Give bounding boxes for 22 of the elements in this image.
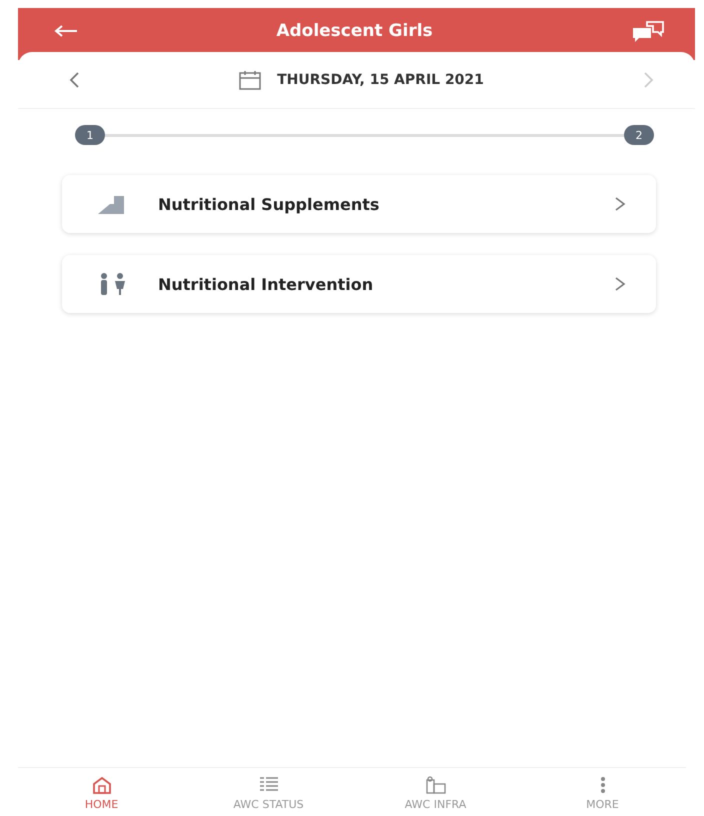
step-indicator[interactable]: 1: [75, 125, 105, 145]
nav-tab[interactable]: HOME: [18, 768, 185, 816]
menu-label: Nutritional Supplements: [158, 194, 380, 214]
chevron-left-icon[interactable]: [68, 71, 80, 89]
chat-bubbles-icon[interactable]: [630, 20, 665, 42]
nav-tab[interactable]: AWC STATUS: [185, 768, 352, 816]
menu-card[interactable]: Nutritional Intervention: [62, 255, 656, 313]
back-arrow-icon[interactable]: [54, 25, 78, 37]
nav-tab[interactable]: AWC INFRA: [352, 768, 519, 816]
date-label: THURSDAY, 15 APRIL 2021: [277, 72, 484, 88]
nav-tab[interactable]: MORE: [519, 768, 686, 816]
building-icon: [424, 776, 446, 794]
home-icon: [92, 776, 112, 794]
step-indicator[interactable]: 2: [624, 125, 654, 145]
list-icon: [258, 776, 278, 794]
menu-label: Nutritional Intervention: [158, 274, 374, 294]
more-icon: [600, 776, 606, 794]
chevron-right-icon: [614, 276, 626, 292]
chevron-right-icon: [614, 196, 626, 212]
menu-card[interactable]: Nutritional Supplements: [62, 175, 656, 233]
calendar-icon: [239, 70, 262, 90]
page-title: Adolescent Girls: [276, 21, 433, 41]
